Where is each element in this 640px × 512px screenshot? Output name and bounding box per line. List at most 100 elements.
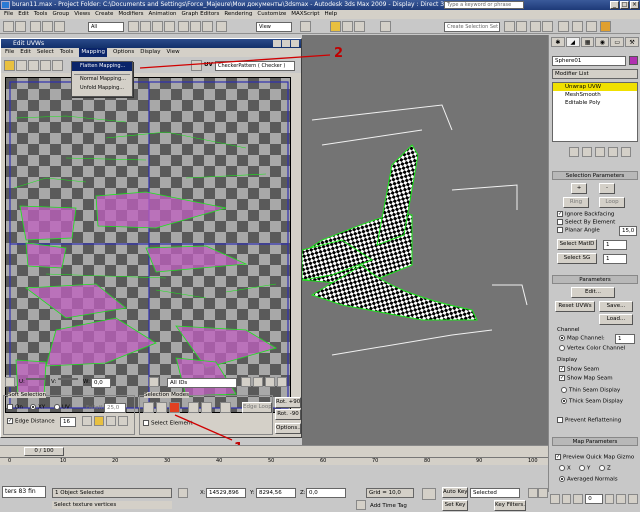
- annotation-2: 2: [334, 46, 344, 61]
- pin-stack-icon[interactable]: [569, 147, 579, 157]
- command-panel-tabs: ✱ ◢ ▦ ◉ ▭ ⚒: [549, 35, 640, 49]
- set-key-button[interactable]: Set Key: [442, 500, 468, 511]
- x-radio-label: X: [567, 465, 571, 472]
- planar-angle-field[interactable]: 15,0: [619, 226, 637, 236]
- map-parameters-header[interactable]: Map Parameters: [552, 437, 638, 446]
- time-slider[interactable]: 0 / 100: [24, 447, 64, 456]
- time-tag-icon[interactable]: [356, 500, 366, 510]
- modifier-list-select[interactable]: Modifier List: [552, 69, 638, 79]
- timeline-tick-label: 60: [320, 458, 327, 464]
- edit-button[interactable]: Edit...: [571, 287, 615, 298]
- averaged-normals-radio[interactable]: Averaged Normals: [559, 476, 618, 483]
- thick-seam-label: Thick Seam Display: [569, 398, 623, 405]
- planar-angle-label: Planar Angle: [565, 227, 600, 234]
- selection-params-header[interactable]: Selection Parameters: [552, 171, 638, 180]
- create-tab-icon[interactable]: ✱: [551, 37, 565, 47]
- show-seam-checkbox[interactable]: ✓ Show Seam: [559, 366, 599, 373]
- y-coord-label: Y:: [250, 490, 255, 496]
- timeline-tick-label: 20: [112, 458, 119, 464]
- z-coord-field[interactable]: 0,0: [306, 488, 346, 498]
- hierarchy-tab-icon[interactable]: ▦: [580, 37, 595, 47]
- z-radio[interactable]: Z: [599, 465, 611, 472]
- map-channel-radio[interactable]: Map Channel:: [559, 335, 605, 342]
- modify-tab-icon[interactable]: ◢: [565, 37, 580, 47]
- timeline-tick-label: 40: [216, 458, 223, 464]
- stack-item-editable-poly[interactable]: Editable Poly: [553, 99, 637, 107]
- prev-frame-icon[interactable]: [538, 488, 548, 498]
- key-filters-button[interactable]: Key Filters...: [494, 500, 526, 511]
- thick-seam-radio[interactable]: Thick Seam Display: [561, 398, 623, 405]
- show-end-result-icon[interactable]: [582, 147, 592, 157]
- averaged-normals-label: Averaged Normals: [567, 476, 618, 483]
- modifier-stack: Unwrap UVW MeshSmooth Editable Poly: [552, 82, 638, 142]
- stack-item-unwrap-uvw[interactable]: Unwrap UVW: [553, 83, 637, 91]
- y-coord-field[interactable]: 8294,56: [256, 488, 296, 498]
- stack-item-meshsmooth[interactable]: MeshSmooth: [553, 91, 637, 99]
- add-time-tag[interactable]: Add Time Tag: [370, 503, 407, 509]
- current-frame-field[interactable]: 0: [585, 494, 603, 504]
- go-to-start-icon[interactable]: [528, 488, 538, 498]
- planar-angle-checkbox[interactable]: Planar Angle: [557, 227, 600, 234]
- sg-field[interactable]: 1: [603, 254, 627, 264]
- map-channel-field[interactable]: 1: [615, 334, 635, 344]
- timeline-tick-label: 80: [424, 458, 431, 464]
- timeline-tick-label: 50: [268, 458, 275, 464]
- make-unique-icon[interactable]: [595, 147, 605, 157]
- go-to-end-icon[interactable]: [573, 494, 584, 504]
- configure-sets-icon[interactable]: [621, 147, 631, 157]
- stack-tools: [569, 147, 631, 157]
- select-matid-button[interactable]: Select MatID: [557, 239, 597, 250]
- prevent-reflattening-checkbox[interactable]: Prevent Reflattening: [557, 417, 621, 424]
- next-frame-icon[interactable]: [561, 494, 572, 504]
- ring-button[interactable]: Ring: [563, 197, 589, 208]
- display-tab-icon[interactable]: ▭: [610, 37, 625, 47]
- parameters-header[interactable]: Parameters: [552, 275, 638, 284]
- loop-button[interactable]: Loop: [599, 197, 625, 208]
- object-color-swatch[interactable]: [629, 56, 638, 65]
- x-coord-field[interactable]: 14529,896: [206, 488, 246, 498]
- maxscript-listener[interactable]: ters 83 fin: [2, 486, 46, 498]
- select-sg-button[interactable]: Select SG: [557, 253, 597, 264]
- thin-seam-radio[interactable]: Thin Seam Display: [561, 387, 620, 394]
- motion-tab-icon[interactable]: ◉: [595, 37, 610, 47]
- remove-modifier-icon[interactable]: [608, 147, 618, 157]
- y-radio[interactable]: Y: [579, 465, 590, 472]
- reset-uvws-button[interactable]: Reset UVWs: [555, 301, 595, 312]
- preview-gizmo-checkbox[interactable]: ✓ Preview Quick Map Gizmo: [555, 454, 634, 461]
- annotation-arrows: [139, 54, 331, 441]
- load-button[interactable]: Load...: [599, 314, 633, 325]
- preview-gizmo-label: Preview Quick Map Gizmo: [563, 454, 635, 461]
- orbit-icon[interactable]: [616, 494, 627, 504]
- prompt-line: Select texture vertices: [52, 501, 172, 509]
- zoom-icon[interactable]: [604, 494, 615, 504]
- save-button[interactable]: Save...: [599, 301, 633, 312]
- channel-title: Channel: [557, 327, 580, 333]
- key-icon[interactable]: [422, 488, 436, 500]
- select-by-element-checkbox[interactable]: Select By Element: [557, 219, 615, 226]
- utilities-tab-icon[interactable]: ⚒: [625, 37, 639, 47]
- ignore-backfacing-checkbox[interactable]: ✓ Ignore Backfacing: [557, 211, 614, 218]
- play-icon[interactable]: [550, 494, 560, 504]
- prevent-reflattening-label: Prevent Reflattening: [565, 417, 622, 424]
- z-radio-label: Z: [607, 465, 611, 472]
- timeline-tick-label: 100: [528, 458, 538, 464]
- key-selected-select[interactable]: Selected: [470, 488, 520, 498]
- map-channel-label: Map Channel:: [567, 335, 605, 342]
- command-panel: ✱ ◢ ▦ ◉ ▭ ⚒ Sphere01 Modifier List Unwra…: [548, 35, 640, 505]
- matid-field[interactable]: 1: [603, 240, 627, 250]
- grow-button[interactable]: +: [571, 183, 587, 194]
- lock-selection-icon[interactable]: [178, 488, 188, 498]
- viewport-nav-controls: 0: [548, 492, 640, 512]
- object-name-field[interactable]: Sphere01: [552, 56, 626, 66]
- vertex-color-radio[interactable]: Vertex Color Channel: [559, 345, 625, 352]
- track-bar[interactable]: 0 10 20 30 40 50 60 70 80 90 100: [0, 457, 548, 465]
- show-map-seam-checkbox[interactable]: ✓ Show Map Seam: [559, 375, 613, 382]
- pan-view-icon[interactable]: [628, 494, 638, 504]
- grid-size: Grid = 10,0: [366, 488, 414, 498]
- x-radio[interactable]: X: [559, 465, 571, 472]
- shrink-button[interactable]: -: [599, 183, 615, 194]
- timeline-tick-label: 70: [372, 458, 379, 464]
- timeline[interactable]: 0 / 100 0 10 20 30 40 50 60 70 80 90 100: [0, 445, 548, 465]
- auto-key-button[interactable]: Auto Key: [442, 487, 468, 498]
- thin-seam-label: Thin Seam Display: [569, 387, 621, 394]
